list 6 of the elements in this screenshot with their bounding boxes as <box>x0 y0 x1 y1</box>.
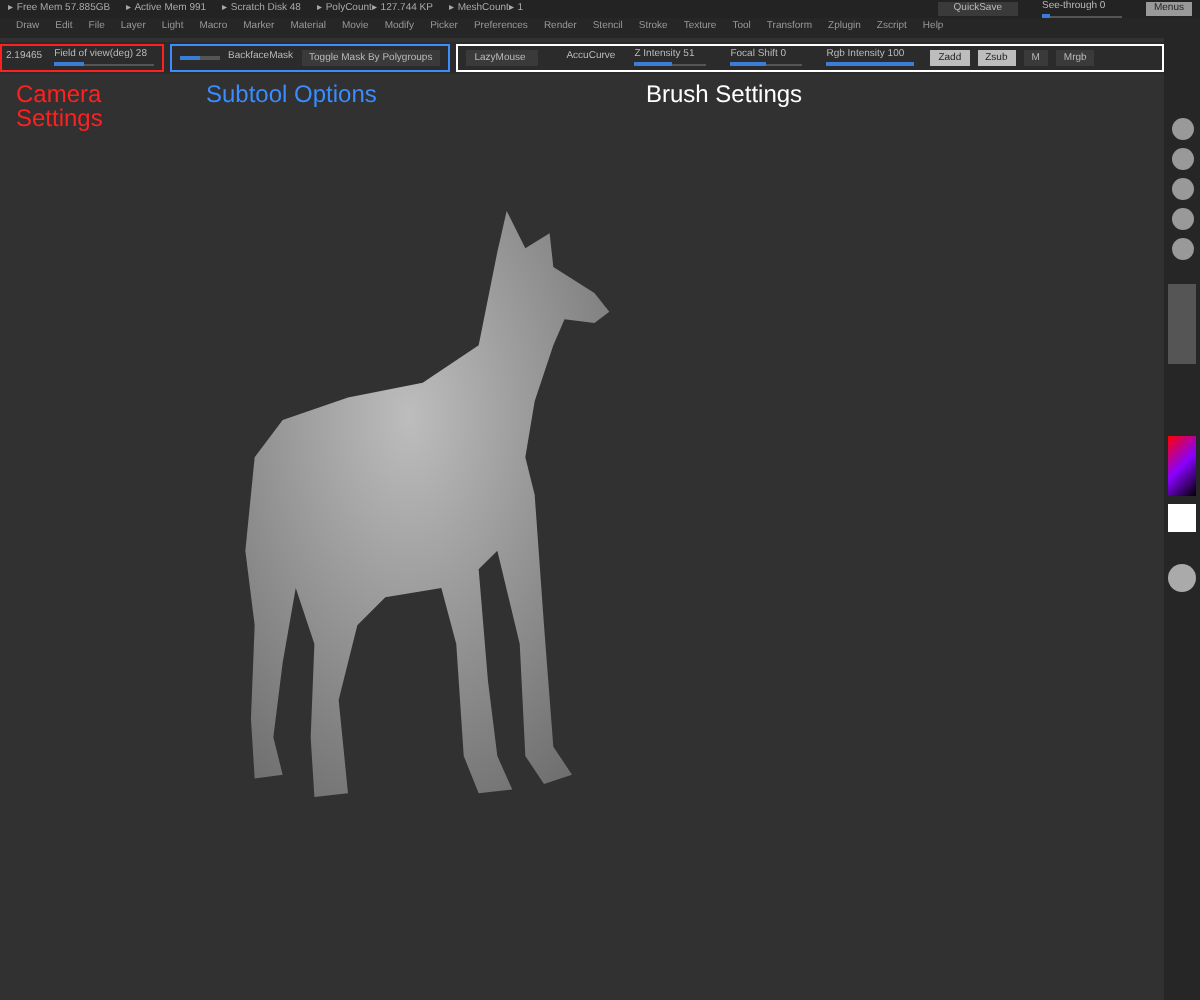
annotation-label: Brush Settings <box>646 82 803 106</box>
annotation-label: Camera Settings <box>16 82 105 130</box>
annotation-label: Subtool Options <box>206 82 379 106</box>
color-swatch[interactable] <box>1168 504 1196 532</box>
panel-swatch <box>1168 284 1196 364</box>
color-picker[interactable] <box>1168 436 1196 496</box>
